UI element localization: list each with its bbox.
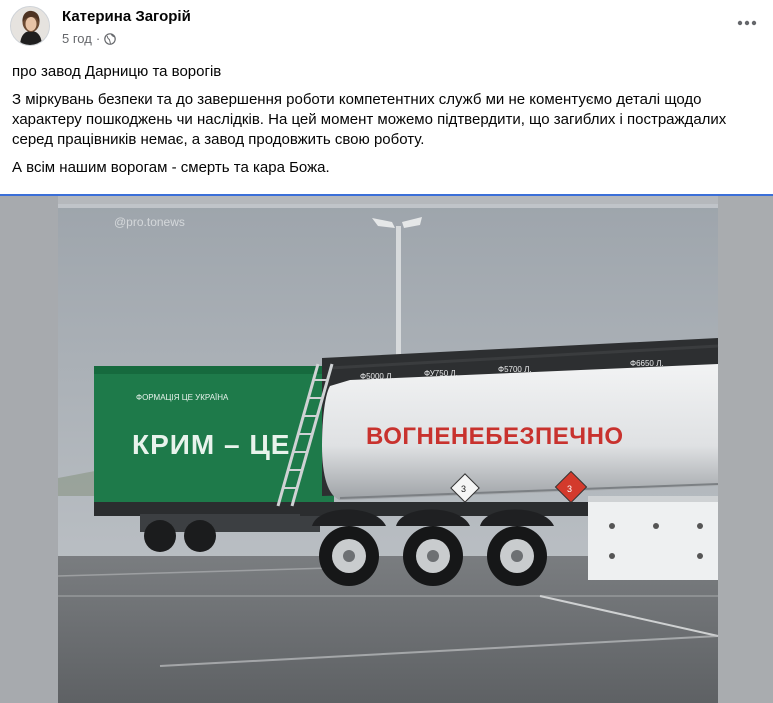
meta-separator: ·: [95, 31, 101, 46]
photo-margin-left: [0, 196, 58, 703]
trailer-wheel: [319, 526, 379, 586]
trailer-wheel: [403, 526, 463, 586]
globe-icon: [104, 32, 116, 45]
post-body: про завод Дарницю та ворогів З міркувань…: [12, 62, 762, 186]
photo-margin-right: [718, 196, 773, 703]
compartment-label: ФУ750 Л.: [424, 369, 458, 378]
author-avatar[interactable]: [10, 6, 50, 46]
trailer-wheel: [487, 526, 547, 586]
photo-canvas: @pro.tonews ФОРМАЦІЯ ЦЕ УКРАЇНА КРИМ – Ц…: [0, 196, 773, 703]
compartment-label: Ф5000 Л.: [360, 372, 394, 381]
tanker-warning-text: ВОГНЕНЕБЕЗПЕЧНО: [366, 423, 624, 450]
post-paragraph: про завод Дарницю та ворогів: [12, 63, 222, 80]
post-paragraph: З міркувань безпеки та до завершення роб…: [12, 91, 727, 148]
truck-sign: КРИМ – ЦЕ: [132, 429, 290, 460]
post-photo[interactable]: @pro.tonews ФОРМАЦІЯ ЦЕ УКРАЇНА КРИМ – Ц…: [0, 196, 773, 703]
avatar-image: [11, 7, 49, 45]
post-header: Катерина Загорій 5 год ·: [0, 0, 773, 60]
svg-text:3: 3: [567, 484, 572, 494]
post-paragraph: А всім нашим ворогам - смерть та кара Бо…: [12, 159, 330, 176]
author-name[interactable]: Катерина Загорій: [62, 8, 191, 25]
light-pole: [396, 226, 401, 376]
more-horizontal-icon: [737, 20, 757, 26]
svg-text:3: 3: [461, 484, 466, 494]
post-options-button[interactable]: [735, 13, 759, 33]
compartment-label: Ф6650 Л.: [630, 359, 664, 368]
watermark: @pro.tonews: [114, 215, 185, 229]
post-timestamp[interactable]: 5 год: [62, 31, 92, 46]
compartment-label: Ф5700 Л.: [498, 365, 532, 374]
truck-logo: ФОРМАЦІЯ ЦЕ УКРАЇНА: [136, 393, 229, 402]
post-meta: 5 год ·: [62, 31, 116, 46]
